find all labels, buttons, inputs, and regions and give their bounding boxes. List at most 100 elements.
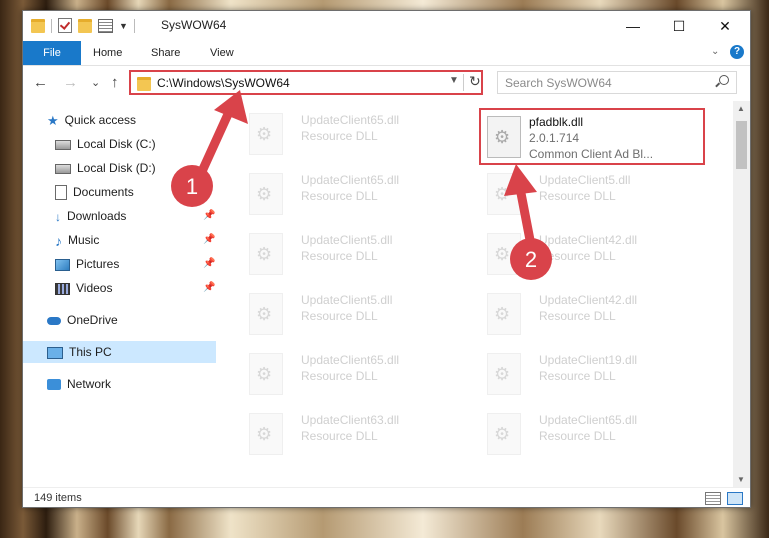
toolbar-separator	[51, 18, 52, 33]
sidebar-item-pictures[interactable]: Pictures	[55, 253, 119, 275]
details-view-icon[interactable]	[705, 492, 721, 505]
file-name: UpdateClient42.dll	[539, 293, 638, 307]
this-pc-icon	[47, 346, 63, 359]
toolbar-separator	[133, 18, 135, 33]
expand-ribbon-chevron-icon[interactable]: ⌄	[711, 46, 719, 57]
file-name: UpdateClient42.dll	[539, 233, 638, 247]
title-bar: ▼ SysWOW64 — ☐ ✕	[23, 11, 750, 41]
sidebar-item-local-disk-c[interactable]: Local Disk (C:)	[55, 133, 156, 155]
dll-file-icon	[249, 173, 283, 215]
recent-locations-button[interactable]: ⌄	[91, 76, 100, 89]
dll-file-icon	[249, 113, 283, 155]
address-bar[interactable]: C:\Windows\SysWOW64 ▼ ↻	[129, 70, 483, 95]
dll-file-icon	[487, 116, 521, 158]
list-item[interactable]: UpdateClient65.dll Resource DLL	[241, 107, 461, 161]
back-button[interactable]: ←	[33, 74, 48, 91]
sidebar-item-label: Quick access	[64, 113, 137, 127]
dll-file-icon	[487, 233, 521, 275]
file-type: Resource DLL	[539, 189, 616, 203]
dll-file-icon	[249, 353, 283, 395]
list-item[interactable]: UpdateClient63.dll Resource DLL	[241, 407, 461, 461]
sidebar-item-music[interactable]: ♪ Music	[55, 229, 99, 251]
scrollbar-thumb[interactable]	[736, 121, 747, 169]
list-item[interactable]: UpdateClient5.dll Resource DLL	[241, 227, 461, 281]
sidebar-item-quick-access[interactable]: ★ Quick access	[47, 109, 136, 131]
tab-home[interactable]: Home	[93, 41, 122, 65]
address-path[interactable]: C:\Windows\SysWOW64	[157, 76, 290, 90]
file-list: UpdateClient65.dll Resource DLL UpdateCl…	[231, 107, 731, 487]
disk-icon	[55, 163, 71, 174]
file-type: Resource DLL	[301, 249, 378, 263]
tab-share[interactable]: Share	[151, 41, 180, 65]
dll-file-icon	[249, 293, 283, 335]
close-button[interactable]: ✕	[702, 11, 748, 41]
file-description: Common Client Ad Bl...	[529, 147, 654, 161]
list-item[interactable]: UpdateClient65.dll Resource DLL	[241, 347, 461, 401]
customize-toolbar-chevron-icon[interactable]: ▼	[119, 21, 128, 31]
sidebar-item-this-pc[interactable]: This PC	[23, 341, 216, 363]
sidebar-item-downloads[interactable]: ↓ Downloads	[55, 205, 126, 227]
sidebar-item-local-disk-d[interactable]: Local Disk (D:)	[55, 157, 156, 179]
file-name: UpdateClient65.dll	[301, 173, 400, 187]
list-item[interactable]: UpdateClient5.dll Resource DLL	[241, 287, 461, 341]
file-type: Resource DLL	[301, 429, 378, 443]
file-type: Resource DLL	[539, 309, 616, 323]
sidebar-item-label: Pictures	[76, 257, 120, 271]
refresh-button[interactable]: ↻	[469, 73, 481, 90]
list-item[interactable]: UpdateClient42.dll Resource DLL	[479, 287, 699, 341]
folder-icon	[137, 77, 151, 91]
sidebar-item-documents[interactable]: Documents	[55, 181, 134, 203]
forward-button[interactable]: →	[63, 74, 78, 91]
list-item[interactable]: UpdateClient65.dll Resource DLL	[479, 407, 699, 461]
sidebar-item-network[interactable]: Network	[47, 373, 111, 395]
maximize-button[interactable]: ☐	[656, 11, 702, 41]
sidebar-item-label: Local Disk (C:)	[77, 137, 156, 151]
file-name: UpdateClient5.dll	[301, 233, 393, 247]
star-icon: ★	[47, 112, 59, 128]
item-count: 149 items	[34, 492, 82, 504]
file-type: Resource DLL	[539, 249, 616, 263]
scroll-up-arrow-icon[interactable]: ▲	[737, 104, 745, 113]
sidebar-item-onedrive[interactable]: OneDrive	[47, 309, 118, 331]
scroll-down-arrow-icon[interactable]: ▼	[737, 475, 745, 484]
file-name: UpdateClient63.dll	[301, 413, 400, 427]
sidebar-item-videos[interactable]: Videos	[55, 277, 112, 299]
file-version: 2.0.1.714	[529, 131, 580, 145]
large-icons-view-icon[interactable]	[727, 492, 743, 505]
minimize-button[interactable]: —	[610, 11, 656, 41]
search-box[interactable]: Search SysWOW64	[497, 71, 737, 94]
pin-icon[interactable]: 📌	[203, 282, 215, 293]
dll-file-icon	[249, 413, 283, 455]
list-item[interactable]: UpdateClient42.dll Resource DLL	[479, 227, 699, 281]
quick-access-toolbar: ▼	[31, 18, 135, 33]
list-item[interactable]: UpdateClient65.dll Resource DLL	[241, 167, 461, 221]
sidebar-item-label: Local Disk (D:)	[77, 161, 156, 175]
disk-icon	[55, 139, 71, 150]
sidebar-item-label: Documents	[73, 185, 134, 199]
list-item[interactable]: UpdateClient19.dll Resource DLL	[479, 347, 699, 401]
pin-icon[interactable]: 📌	[203, 258, 215, 269]
documents-icon	[55, 185, 67, 201]
file-name: pfadblk.dll	[529, 115, 584, 129]
new-folder-icon[interactable]	[78, 18, 92, 33]
pin-icon[interactable]: 📌	[203, 234, 215, 245]
highlighted-file-pfadblk[interactable]: pfadblk.dll 2.0.1.714 Common Client Ad B…	[479, 108, 705, 165]
address-separator	[463, 74, 464, 91]
tab-file[interactable]: File	[23, 41, 81, 65]
dll-file-icon	[249, 233, 283, 275]
properties-check-icon[interactable]	[58, 18, 72, 33]
address-dropdown-chevron-icon[interactable]: ▼	[449, 75, 459, 86]
properties-icon[interactable]	[98, 18, 113, 33]
file-type: Resource DLL	[539, 369, 616, 383]
up-button[interactable]: ↑	[111, 74, 119, 91]
list-item[interactable]: UpdateClient5.dll Resource DLL	[479, 167, 699, 221]
tab-view[interactable]: View	[210, 41, 234, 65]
file-name: UpdateClient19.dll	[539, 353, 638, 367]
help-icon[interactable]: ?	[730, 45, 744, 59]
search-input[interactable]: Search SysWOW64	[505, 76, 612, 90]
vertical-scrollbar[interactable]: ▲ ▼	[733, 101, 750, 487]
pin-icon[interactable]: 📌	[203, 210, 215, 221]
dll-file-icon	[487, 353, 521, 395]
dll-file-icon	[487, 173, 521, 215]
file-name: UpdateClient65.dll	[301, 353, 400, 367]
